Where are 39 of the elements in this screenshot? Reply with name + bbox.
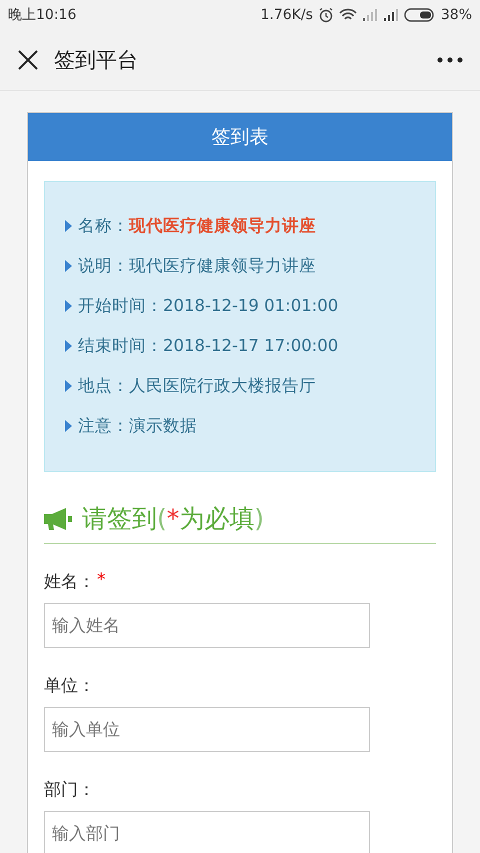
triangle-icon [65,260,72,272]
status-time: 晚上10:16 [8,6,76,24]
wifi-icon [338,8,357,22]
required-mark: * [97,570,106,590]
alarm-icon [318,7,334,23]
field-label: 单位： [44,675,95,697]
battery-icon [404,8,436,22]
info-label: 说明： [78,254,129,276]
signal-icon [362,9,378,21]
info-label: 注意： [78,414,129,436]
card-header: 签到表 [28,113,452,161]
input-field[interactable]: 输入部门 [44,811,370,853]
input-field[interactable]: 输入单位 [44,707,370,752]
triangle-icon [65,340,72,352]
info-value: 现代医疗健康领导力讲座 [129,214,316,236]
section-heading: 请签到(*为必填) [82,503,264,535]
triangle-icon [65,380,72,392]
info-value: 现代医疗健康领导力讲座 [129,254,316,276]
info-label: 名称： [78,214,129,236]
info-label: 地点： [78,374,129,396]
network-speed: 1.76K/s [260,7,313,23]
battery-level: 38% [440,7,472,23]
field-label: 姓名： [44,571,95,593]
info-value: 演示数据 [129,414,197,436]
info-value: 2018-12-19 01:01:00 [163,296,338,315]
info-label: 开始时间： [78,294,163,316]
megaphone-icon [44,508,72,530]
input-field[interactable]: 输入姓名 [44,603,370,648]
info-value: 2018-12-17 17:00:00 [163,336,338,355]
info-value: 人民医院行政大楼报告厅 [129,374,316,396]
close-icon[interactable] [17,49,39,71]
signal-icon [382,9,399,21]
info-label: 结束时间： [78,334,163,356]
triangle-icon [65,300,72,312]
page-title: 签到平台 [54,47,139,74]
field-label: 部门： [44,779,95,801]
more-icon[interactable] [437,57,463,63]
triangle-icon [65,420,72,432]
triangle-icon [65,220,72,232]
